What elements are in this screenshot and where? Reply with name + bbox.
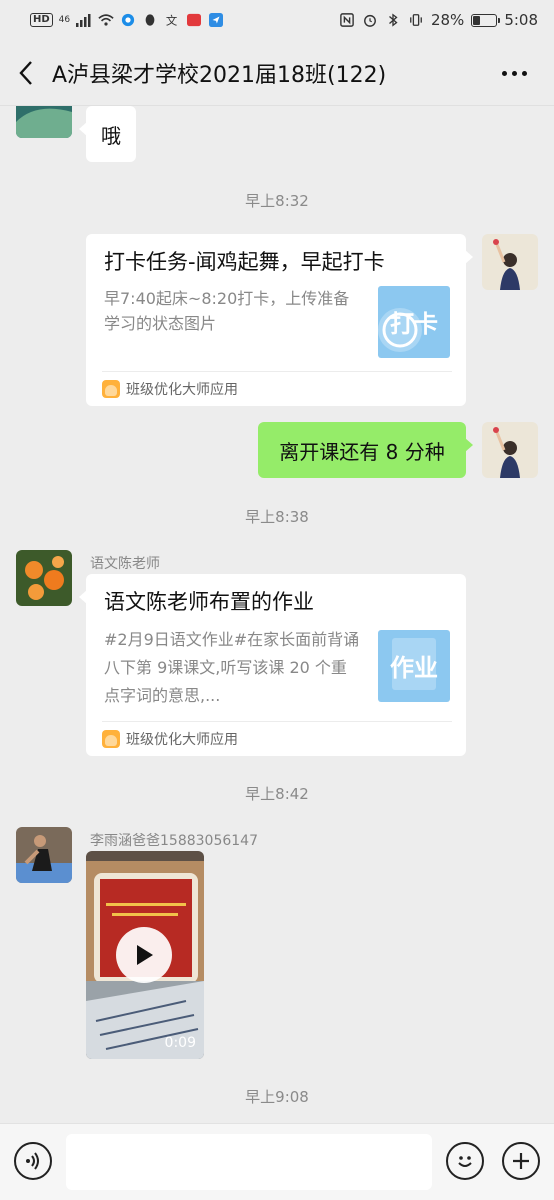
emoji-button[interactable] (446, 1142, 484, 1180)
card-title: 打卡任务-闻鸡起舞，早起打卡 (104, 250, 385, 274)
card-description: 早7:40起床~8:20打卡，上传准备学习的状态图片 (104, 289, 350, 333)
battery-icon (471, 13, 501, 27)
red-app-icon (187, 13, 202, 27)
card-thumbnail: 作业 (378, 630, 450, 702)
message-bubble[interactable]: 哦 (79, 106, 136, 162)
more-button[interactable] (494, 58, 534, 88)
homework-card[interactable]: 语文陈老师布置的作业 #2月9日语文作业#在家长面前背诵八下第 9课课文,听写该… (79, 574, 466, 756)
card-thumbnail: 打卡 (378, 286, 450, 358)
timestamp: 早上8:38 (245, 508, 309, 526)
message-text: 哦 (101, 123, 121, 148)
message-list[interactable]: 哦 早上8:32 打卡任务-闻鸡起舞，早起打卡 早7:40起床~8:20打卡，上… (0, 106, 554, 1123)
card-source: 班级优化大师应用 (102, 379, 238, 399)
back-button[interactable] (0, 40, 52, 106)
avatar[interactable] (16, 106, 72, 138)
bluetooth-icon (389, 13, 398, 27)
chevron-left-icon (19, 60, 32, 85)
more-icon (501, 70, 507, 76)
emoji-icon (458, 1156, 472, 1167)
timestamp: 早上8:42 (245, 785, 309, 803)
svg-text:作业: 作业 (390, 654, 438, 682)
svg-text:文: 文 (166, 13, 177, 27)
vibrate-icon (410, 14, 422, 26)
network-label: 46 (58, 14, 71, 25)
card-source-label: 班级优化大师应用 (126, 732, 238, 748)
play-icon (137, 945, 153, 965)
translate-icon: 文 (166, 13, 177, 27)
sender-name: 李雨涵爸爸15883056147 (90, 833, 258, 849)
timestamp: 早上9:08 (245, 1088, 309, 1106)
qq-icon (145, 14, 155, 26)
card-description: #2月9日语文作业#在家长面前背诵八下第 9课课文,听写该课 20 个重点字词的… (104, 630, 360, 705)
voice-icon (26, 1152, 39, 1170)
add-button[interactable] (502, 1142, 540, 1180)
app-source-icon (102, 380, 120, 398)
voice-button[interactable] (14, 1142, 52, 1180)
message-text: 离开课还有 8 分种 (279, 439, 445, 464)
app-source-icon (102, 730, 120, 748)
video-message[interactable]: 0:09 (86, 851, 204, 1059)
message-bubble[interactable]: 离开课还有 8 分种 (258, 422, 473, 478)
clock: 5:08 (504, 11, 538, 29)
timestamp: 早上8:32 (245, 192, 309, 210)
play-button[interactable] (116, 927, 172, 983)
video-duration: 0:09 (164, 1035, 196, 1051)
sender-name: 语文陈老师 (90, 556, 160, 572)
wifi-icon (98, 14, 114, 26)
card-source: 班级优化大师应用 (102, 729, 238, 749)
self-avatar[interactable] (482, 234, 538, 290)
avatar[interactable] (16, 550, 72, 606)
card-source-label: 班级优化大师应用 (126, 382, 238, 398)
chat-title: A泸县梁才学校2021届18班(122) (52, 62, 387, 88)
status-bar: HD 46 文 28% 5:08 (0, 0, 554, 40)
card-title: 语文陈老师布置的作业 (104, 590, 314, 614)
nfc-icon (340, 13, 354, 27)
svg-text:打卡: 打卡 (390, 310, 438, 338)
chat-header: A泸县梁才学校2021届18班(122) (0, 40, 554, 106)
plus-icon (513, 1153, 529, 1169)
message-input[interactable] (66, 1134, 432, 1190)
avatar[interactable] (16, 827, 72, 883)
signal-icon (76, 14, 91, 27)
task-card[interactable]: 打卡任务-闻鸡起舞，早起打卡 早7:40起床~8:20打卡，上传准备学习的状态图… (86, 234, 473, 406)
input-bar (0, 1123, 554, 1200)
app-notification-icon (122, 13, 135, 27)
send-app-icon (209, 13, 224, 27)
alarm-icon (364, 14, 376, 27)
self-avatar[interactable] (482, 422, 538, 478)
hd-badge: HD (30, 13, 53, 27)
battery-percent: 28% (430, 11, 465, 29)
